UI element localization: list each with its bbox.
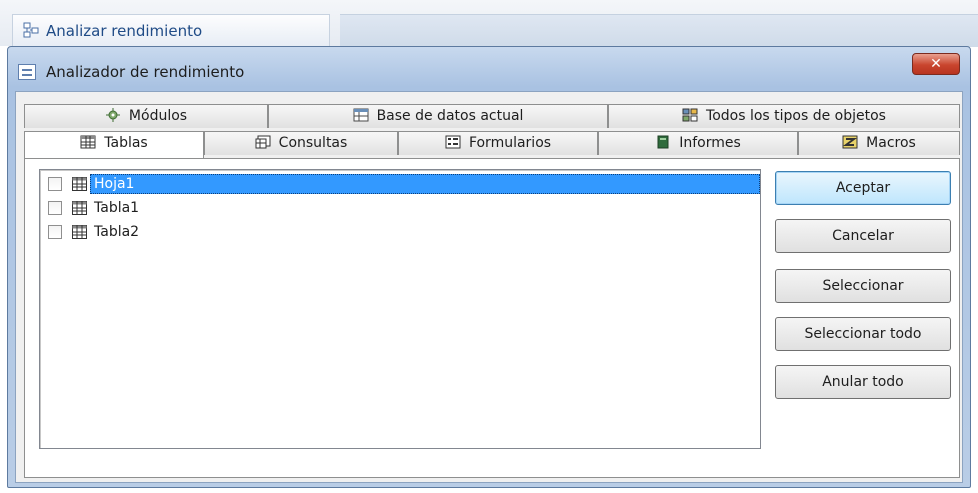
table-icon: [72, 201, 87, 215]
form-icon: [18, 64, 36, 80]
selection-highlight: [90, 174, 760, 194]
anular-todo-button[interactable]: Anular todo: [775, 365, 951, 399]
item-label: Tabla2: [94, 224, 140, 240]
item-label: Hoja1: [92, 176, 137, 192]
tab-label: Todos los tipos de objetos: [706, 108, 886, 124]
performance-analyzer-dialog: Analizador de rendimiento ✕ Módulos Base…: [7, 46, 971, 488]
list-item[interactable]: Tabla2: [44, 222, 756, 244]
tab-label: Macros: [866, 135, 916, 151]
tab-informes[interactable]: Informes: [598, 131, 798, 155]
list-item[interactable]: Hoja1: [44, 174, 760, 196]
ribbon-tab-analizar-rendimiento[interactable]: Analizar rendimiento: [12, 14, 330, 46]
cancelar-button[interactable]: Cancelar: [775, 219, 951, 253]
macro-icon: [842, 135, 858, 149]
tab-label: Tablas: [104, 135, 148, 151]
tab-todos-los-tipos[interactable]: Todos los tipos de objetos: [608, 104, 960, 128]
analyze-performance-icon: [23, 22, 39, 38]
tab-label: Informes: [679, 135, 741, 151]
ribbon-background: [340, 14, 978, 47]
tab-base-de-datos-actual[interactable]: Base de datos actual: [268, 104, 608, 128]
close-button[interactable]: ✕: [912, 53, 960, 75]
tab-label: Consultas: [278, 135, 348, 151]
tab-row-back: Módulos Base de datos actual Todos los t…: [24, 104, 960, 128]
tab-row-front: Tablas Consultas Formularios Informes Ma…: [24, 131, 960, 158]
dialog-client-area: Módulos Base de datos actual Todos los t…: [15, 91, 963, 483]
table-icon: [72, 177, 87, 191]
query-icon: [255, 135, 271, 149]
item-label: Tabla1: [94, 200, 140, 216]
tab-panel-tablas: Hoja1 Tabla1 Tabla2 Aceptar Cancelar Sel…: [24, 158, 960, 478]
seleccionar-todo-button[interactable]: Seleccionar todo: [775, 317, 951, 351]
tab-label: Módulos: [128, 108, 188, 124]
ribbon-strip: Analizar rendimiento: [0, 0, 978, 47]
list-item[interactable]: Tabla1: [44, 198, 756, 220]
item-checkbox[interactable]: [48, 177, 62, 191]
ribbon-tab-label: Analizar rendimiento: [46, 22, 203, 40]
tab-tablas[interactable]: Tablas: [24, 131, 204, 158]
item-checkbox[interactable]: [48, 225, 62, 239]
database-icon: [353, 108, 369, 122]
dialog-title: Analizador de rendimiento: [46, 63, 245, 81]
tab-label: Formularios: [468, 135, 552, 151]
form-icon: [445, 135, 461, 149]
seleccionar-button[interactable]: Seleccionar: [775, 269, 951, 303]
tab-macros[interactable]: Macros: [798, 131, 960, 155]
item-checkbox[interactable]: [48, 201, 62, 215]
tab-formularios[interactable]: Formularios: [398, 131, 598, 155]
all-objects-icon: [682, 108, 698, 122]
aceptar-button[interactable]: Aceptar: [775, 171, 951, 205]
modules-icon: [105, 108, 120, 122]
table-icon: [72, 225, 87, 239]
tab-label: Base de datos actual: [376, 108, 524, 124]
report-icon: [657, 135, 669, 149]
close-icon: ✕: [930, 56, 942, 72]
tab-consultas[interactable]: Consultas: [204, 131, 398, 155]
object-list[interactable]: Hoja1 Tabla1 Tabla2: [39, 169, 761, 449]
tab-modulos[interactable]: Módulos: [24, 104, 268, 128]
table-icon: [80, 135, 96, 149]
